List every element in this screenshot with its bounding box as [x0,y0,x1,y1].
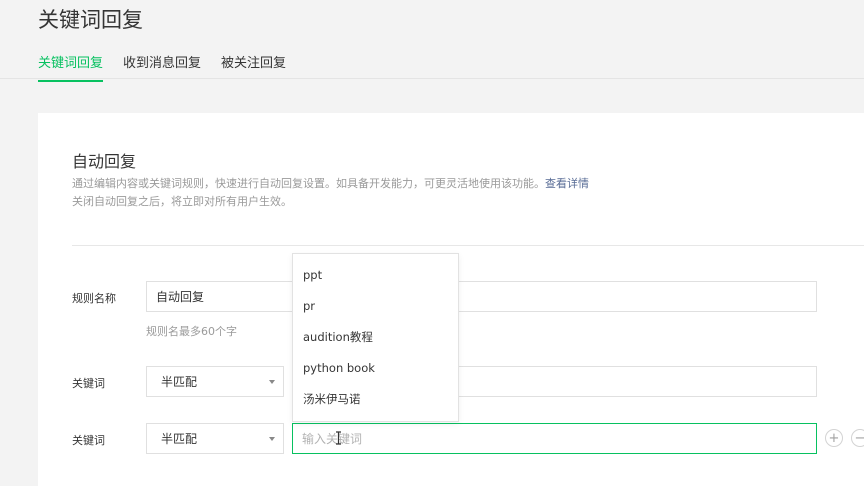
match-type-value-1: 半匹配 [161,375,198,389]
tabs-divider [0,78,864,79]
keyword-placeholder-2: 输入关键词 [302,432,363,446]
keyword-label-1: 关键词 [72,377,105,390]
keyword-input-2[interactable]: 输入关键词 [292,423,817,454]
description-line-1: 通过编辑内容或关键词规则，快速进行自动回复设置。如具备开发能力，可更灵活地使用该… [72,177,545,190]
rule-name-hint: 规则名最多60个字 [146,325,237,338]
add-keyword-button[interactable]: + [825,429,843,447]
suggestion-item[interactable]: audition教程 [293,322,458,353]
chevron-down-icon [269,380,275,384]
rule-name-value: 自动回复 [156,290,205,304]
remove-keyword-button[interactable]: − [851,429,864,447]
section-description: 通过编辑内容或关键词规则，快速进行自动回复设置。如具备开发能力，可更灵活地使用该… [72,175,589,211]
rule-name-input[interactable]: 自动回复 [146,281,817,312]
match-type-select-1[interactable]: 半匹配 [146,366,284,397]
keyword-label-2: 关键词 [72,434,105,447]
suggestion-item[interactable]: pr [293,291,458,322]
chevron-down-icon [269,437,275,441]
i-beam-cursor-icon [336,431,341,445]
section-divider [72,245,864,246]
description-line-2: 关闭自动回复之后，将立即对所有用户生效。 [72,195,292,208]
suggestion-item[interactable]: ppt [293,260,458,291]
match-type-select-2[interactable]: 半匹配 [146,423,284,454]
page-title: 关键词回复 [38,8,143,32]
details-link[interactable]: 查看详情 [545,177,589,190]
suggestion-item[interactable]: python book [293,353,458,384]
rule-name-label: 规则名称 [72,292,116,305]
section-title: 自动回复 [72,152,137,171]
keyword-suggestion-dropdown: ppt pr audition教程 python book 汤米伊马诺 [292,253,459,422]
suggestion-item[interactable]: 汤米伊马诺 [293,384,458,415]
match-type-value-2: 半匹配 [161,432,198,446]
